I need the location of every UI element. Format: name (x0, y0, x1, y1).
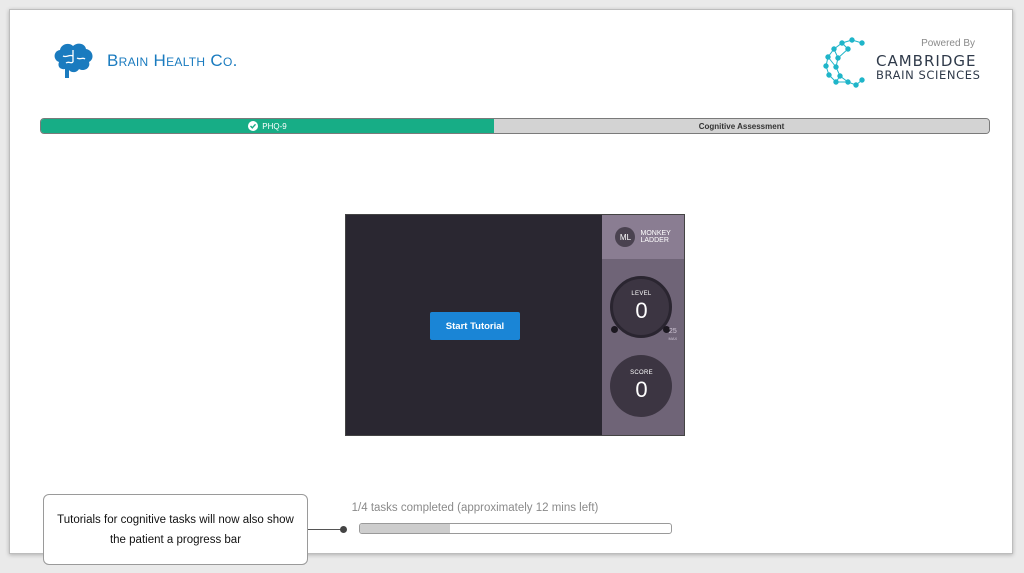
max-label: MAX (668, 336, 678, 341)
annotation-callout: Tutorials for cognitive tasks will now a… (43, 494, 308, 565)
tasks-progress-bar (359, 523, 672, 534)
level-max: 25 MAX (668, 328, 677, 342)
callout-dot (340, 526, 347, 533)
step-phq9[interactable]: PHQ-9 (41, 119, 494, 133)
callout-connector (308, 529, 343, 530)
cambridge-dots-icon (823, 37, 865, 88)
game-panel: Start Tutorial ML MONKEY LADDER LEVEL 0 … (345, 214, 685, 436)
game-stage: Start Tutorial (346, 215, 602, 435)
tasks-progress-fill (360, 524, 451, 533)
partner-name-line2: BRAIN SCIENCES (876, 68, 981, 82)
gauge-knob-left (611, 326, 619, 333)
tasks-progress-text: 1/4 tasks completed (approximately 12 mi… (351, 502, 599, 514)
score-gauge: SCORE 0 (610, 355, 673, 417)
start-tutorial-button[interactable]: Start Tutorial (430, 312, 520, 340)
partner-name-line1: CAMBRIDGE (876, 52, 977, 70)
score-label: SCORE (630, 370, 653, 376)
powered-by-label: Powered By (921, 38, 975, 49)
step-cognitive-assessment[interactable]: Cognitive Assessment (494, 119, 989, 133)
task-badge: ML (615, 227, 636, 247)
callout-text: Tutorials for cognitive tasks will now a… (57, 513, 294, 546)
step-label: PHQ-9 (262, 121, 287, 131)
partner-name: CAMBRIDGE BRAIN SCIENCES (876, 52, 981, 83)
game-sidebar: ML MONKEY LADDER LEVEL 0 25 MAX SCORE 0 (602, 215, 684, 435)
level-label: LEVEL (631, 291, 652, 297)
app-window: Brain Health Co. Powered By CAMBRIDGE BR… (9, 9, 1013, 554)
brand-name: Brain Health Co. (107, 51, 238, 70)
brain-icon (54, 43, 93, 78)
max-value: 25 (668, 328, 677, 335)
assessment-steps: PHQ-9 Cognitive Assessment (40, 118, 990, 134)
score-value: 0 (635, 377, 648, 402)
partner-logo: Powered By CAMBRIDGE BRAIN SCIENCES (822, 36, 981, 88)
check-circle-icon (248, 121, 259, 131)
task-header: ML MONKEY LADDER (602, 215, 684, 259)
brand-logo: Brain Health Co. (51, 42, 238, 80)
step-label: Cognitive Assessment (698, 121, 785, 131)
level-value: 0 (635, 298, 648, 323)
task-name: MONKEY LADDER (640, 229, 671, 245)
